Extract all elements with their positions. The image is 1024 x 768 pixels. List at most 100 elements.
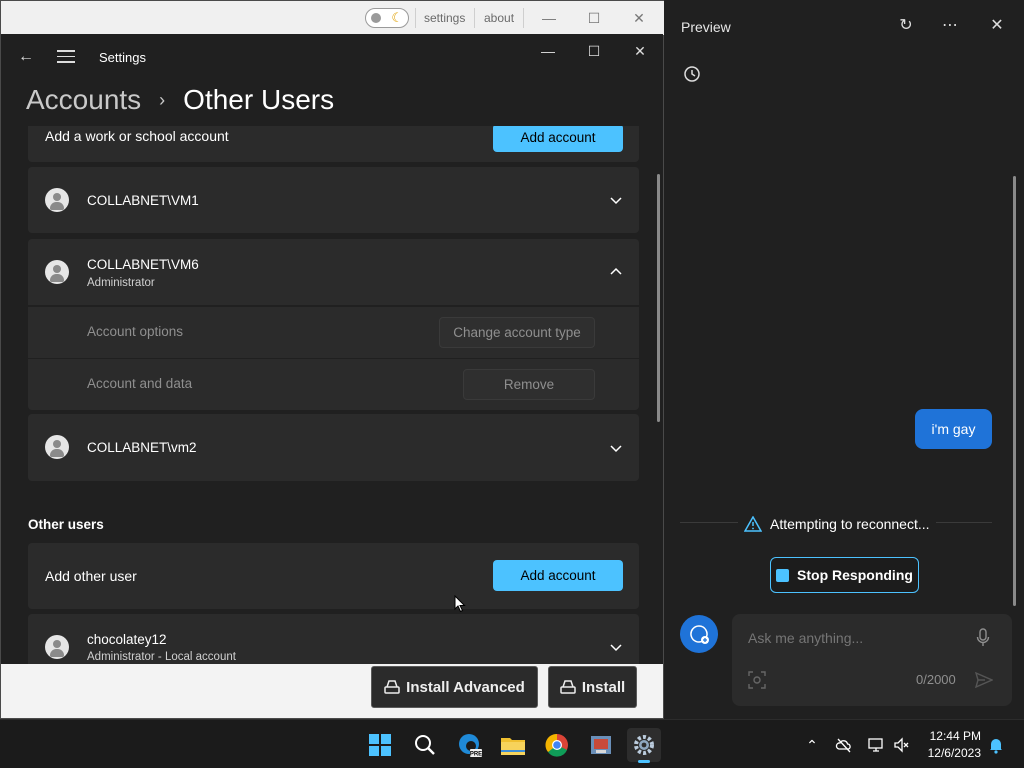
character-counter: 0/2000 [916, 672, 956, 687]
change-account-type-button[interactable]: Change account type [439, 317, 595, 348]
taskbar: PRE ⌃ 12:44 PM 12/6/2023 [0, 719, 1024, 768]
install-advanced-label: Install Advanced [406, 678, 525, 696]
user-message-bubble: i'm gay [915, 409, 992, 449]
reconnect-status: Attempting to reconnect... [744, 514, 930, 534]
install-label: Install [581, 678, 626, 696]
chevron-up-icon[interactable]: ⌃ [803, 736, 821, 754]
close-button[interactable]: ✕ [624, 7, 654, 29]
user-avatar-icon [45, 635, 69, 659]
titlebar-divider [523, 8, 524, 28]
theme-toggle[interactable]: ☾ [365, 8, 409, 28]
stop-responding-button[interactable]: Stop Responding [770, 557, 919, 593]
minimize-button[interactable]: — [534, 7, 564, 29]
account-options-row: Account options Change account type [28, 307, 639, 358]
close-icon[interactable]: ✕ [987, 16, 1007, 36]
account-data-row: Account and data Remove [28, 359, 639, 410]
user-name: COLLABNET\VM1 [87, 193, 199, 208]
divider [680, 522, 738, 523]
user-name: COLLABNET\vm2 [87, 440, 197, 455]
chat-input[interactable] [748, 630, 968, 646]
svg-text:PRE: PRE [470, 752, 482, 758]
drive-icon [384, 680, 400, 694]
image-scan-icon[interactable] [748, 671, 766, 689]
add-other-user-card: Add other user Add account [28, 543, 639, 609]
chevron-down-icon[interactable] [609, 441, 623, 455]
volume-muted-icon[interactable] [893, 736, 911, 754]
settings-content[interactable]: Add a work or school account Add account… [1, 126, 663, 664]
preview-title: Preview [681, 19, 731, 35]
microphone-icon[interactable] [976, 628, 990, 648]
cloud-offline-icon[interactable] [835, 736, 853, 754]
mouse-cursor-icon [454, 595, 466, 613]
installer-icon[interactable] [584, 728, 618, 762]
notification-bell-icon[interactable] [987, 736, 1005, 754]
account-options-label: Account options [87, 324, 184, 339]
user-card-vm6[interactable]: COLLABNET\VM6 Administrator [28, 239, 639, 305]
chevron-right-icon: › [159, 89, 166, 110]
new-topic-button[interactable] [680, 615, 718, 653]
remove-button[interactable]: Remove [463, 369, 595, 400]
maximize-button[interactable]: ☐ [579, 7, 609, 29]
install-button[interactable]: Install [548, 666, 637, 708]
preview-scrollbar[interactable] [1013, 176, 1016, 606]
send-icon[interactable] [975, 672, 993, 688]
history-icon[interactable] [682, 64, 702, 84]
other-users-heading: Other users [28, 517, 104, 532]
minimize-button[interactable]: — [533, 40, 563, 62]
user-name: COLLABNET\VM6 [87, 257, 199, 272]
user-card-vm1[interactable]: COLLABNET\VM1 [28, 167, 639, 233]
clock-time[interactable]: 12:44 PM [918, 729, 981, 743]
breadcrumb-accounts[interactable]: Accounts [26, 84, 141, 116]
titlebar-divider [415, 8, 416, 28]
user-card-vm2[interactable]: COLLABNET\vm2 [28, 414, 639, 481]
breadcrumb: Accounts › Other Users [26, 80, 334, 120]
account-data-label: Account and data [87, 376, 193, 391]
chevron-down-icon[interactable] [609, 640, 623, 654]
user-role: Administrator - Local account [87, 651, 236, 663]
settings-scrollbar[interactable] [657, 174, 660, 422]
search-icon[interactable] [408, 728, 442, 762]
user-avatar-icon [45, 435, 69, 459]
user-avatar-icon [45, 188, 69, 212]
chevron-down-icon[interactable] [609, 193, 623, 207]
stop-icon [776, 568, 790, 582]
close-button[interactable]: ✕ [625, 40, 655, 62]
window-title: Settings [99, 50, 146, 65]
file-explorer-icon[interactable] [496, 728, 530, 762]
start-icon[interactable] [363, 728, 397, 762]
warning-icon [744, 516, 762, 532]
work-school-card: Add a work or school account Add account [28, 126, 639, 162]
settings-link[interactable]: settings [424, 11, 465, 25]
add-account-button[interactable]: Add account [493, 560, 623, 591]
settings-window: ← Settings — ☐ ✕ Accounts › Other Users … [1, 34, 663, 664]
work-school-label: Add a work or school account [45, 128, 229, 144]
new-chat-icon [690, 625, 709, 644]
toggle-knob [371, 13, 381, 23]
moon-icon: ☾ [391, 10, 403, 25]
network-icon[interactable] [867, 736, 885, 754]
titlebar-divider [474, 8, 475, 28]
add-work-account-button[interactable]: Add account [493, 126, 623, 152]
settings-gear-icon[interactable] [627, 728, 661, 763]
user-card-chocolatey12[interactable]: chocolatey12 Administrator - Local accou… [28, 614, 639, 664]
refresh-icon[interactable]: ↻ [896, 16, 916, 36]
drive-icon [560, 680, 576, 694]
hamburger-menu-icon[interactable] [57, 46, 75, 68]
chrome-icon[interactable] [540, 728, 574, 762]
preview-panel: Preview ↻ ⋯ ✕ i'm gay Attempting to reco… [664, 0, 1024, 719]
user-name: chocolatey12 [87, 632, 167, 647]
chat-input-box: 0/2000 [732, 614, 1012, 706]
installer-titlebar: ☾ settings about — ☐ ✕ [1, 1, 665, 35]
more-options-icon[interactable]: ⋯ [940, 16, 960, 36]
chevron-up-icon[interactable] [609, 265, 623, 279]
clock-date[interactable]: 12/6/2023 [918, 746, 981, 760]
active-app-indicator [638, 760, 650, 763]
back-arrow-icon[interactable]: ← [15, 46, 37, 68]
page-title: Other Users [183, 84, 335, 115]
edge-icon[interactable]: PRE [452, 728, 486, 762]
user-role: Administrator [87, 277, 155, 289]
maximize-button[interactable]: ☐ [579, 40, 609, 62]
add-other-user-label: Add other user [45, 568, 137, 584]
install-advanced-button[interactable]: Install Advanced [371, 666, 538, 708]
about-link[interactable]: about [484, 11, 514, 25]
